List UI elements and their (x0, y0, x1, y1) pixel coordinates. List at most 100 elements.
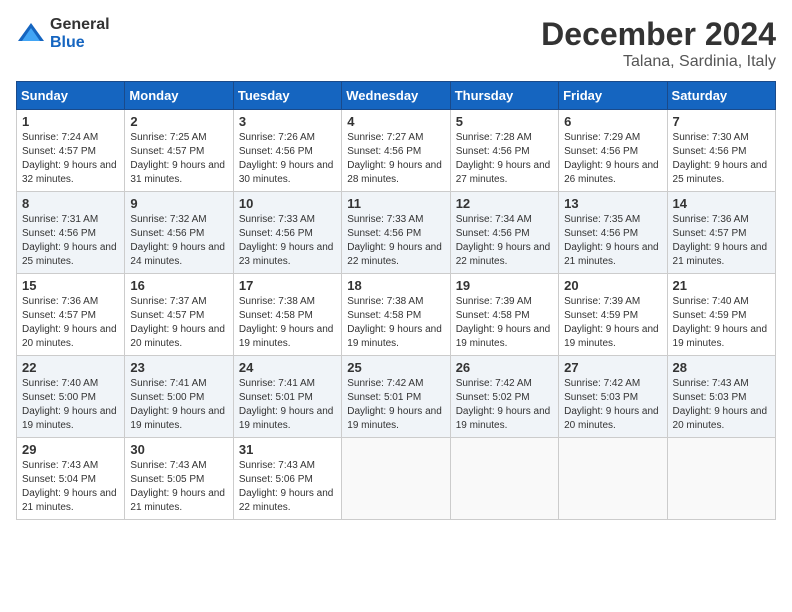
table-row (450, 438, 558, 520)
day-info: Sunrise: 7:29 AM Sunset: 4:56 PM Dayligh… (564, 131, 661, 187)
table-row: 7 Sunrise: 7:30 AM Sunset: 4:56 PM Dayli… (667, 110, 775, 192)
table-row: 3 Sunrise: 7:26 AM Sunset: 4:56 PM Dayli… (233, 110, 341, 192)
table-row: 26 Sunrise: 7:42 AM Sunset: 5:02 PM Dayl… (450, 356, 558, 438)
day-info: Sunrise: 7:40 AM Sunset: 4:59 PM Dayligh… (673, 295, 770, 351)
day-info: Sunrise: 7:39 AM Sunset: 4:58 PM Dayligh… (456, 295, 553, 351)
table-row: 4 Sunrise: 7:27 AM Sunset: 4:56 PM Dayli… (342, 110, 450, 192)
calendar-header-row: Sunday Monday Tuesday Wednesday Thursday… (17, 82, 776, 110)
table-row (667, 438, 775, 520)
day-info: Sunrise: 7:38 AM Sunset: 4:58 PM Dayligh… (239, 295, 336, 351)
day-number: 24 (239, 360, 336, 375)
col-thursday: Thursday (450, 82, 558, 110)
day-info: Sunrise: 7:38 AM Sunset: 4:58 PM Dayligh… (347, 295, 444, 351)
day-number: 23 (130, 360, 227, 375)
day-number: 13 (564, 196, 661, 211)
calendar: Sunday Monday Tuesday Wednesday Thursday… (16, 81, 776, 520)
day-number: 2 (130, 114, 227, 129)
day-info: Sunrise: 7:43 AM Sunset: 5:03 PM Dayligh… (673, 377, 770, 433)
day-number: 12 (456, 196, 553, 211)
day-info: Sunrise: 7:42 AM Sunset: 5:02 PM Dayligh… (456, 377, 553, 433)
location-title: Talana, Sardinia, Italy (541, 53, 776, 71)
title-area: December 2024 Talana, Sardinia, Italy (541, 16, 776, 71)
table-row: 14 Sunrise: 7:36 AM Sunset: 4:57 PM Dayl… (667, 192, 775, 274)
day-info: Sunrise: 7:27 AM Sunset: 4:56 PM Dayligh… (347, 131, 444, 187)
day-info: Sunrise: 7:36 AM Sunset: 4:57 PM Dayligh… (22, 295, 119, 351)
table-row: 24 Sunrise: 7:41 AM Sunset: 5:01 PM Dayl… (233, 356, 341, 438)
day-info: Sunrise: 7:41 AM Sunset: 5:01 PM Dayligh… (239, 377, 336, 433)
day-info: Sunrise: 7:43 AM Sunset: 5:04 PM Dayligh… (22, 459, 119, 515)
day-info: Sunrise: 7:25 AM Sunset: 4:57 PM Dayligh… (130, 131, 227, 187)
day-info: Sunrise: 7:39 AM Sunset: 4:59 PM Dayligh… (564, 295, 661, 351)
table-row: 10 Sunrise: 7:33 AM Sunset: 4:56 PM Dayl… (233, 192, 341, 274)
day-number: 28 (673, 360, 770, 375)
day-number: 9 (130, 196, 227, 211)
day-number: 21 (673, 278, 770, 293)
day-info: Sunrise: 7:26 AM Sunset: 4:56 PM Dayligh… (239, 131, 336, 187)
table-row: 13 Sunrise: 7:35 AM Sunset: 4:56 PM Dayl… (559, 192, 667, 274)
day-number: 4 (347, 114, 444, 129)
table-row: 5 Sunrise: 7:28 AM Sunset: 4:56 PM Dayli… (450, 110, 558, 192)
day-number: 29 (22, 442, 119, 457)
logo-icon (16, 19, 46, 49)
day-info: Sunrise: 7:41 AM Sunset: 5:00 PM Dayligh… (130, 377, 227, 433)
logo: General Blue (16, 16, 110, 52)
day-info: Sunrise: 7:33 AM Sunset: 4:56 PM Dayligh… (239, 213, 336, 269)
table-row: 15 Sunrise: 7:36 AM Sunset: 4:57 PM Dayl… (17, 274, 125, 356)
day-info: Sunrise: 7:32 AM Sunset: 4:56 PM Dayligh… (130, 213, 227, 269)
day-number: 16 (130, 278, 227, 293)
table-row: 1 Sunrise: 7:24 AM Sunset: 4:57 PM Dayli… (17, 110, 125, 192)
day-info: Sunrise: 7:43 AM Sunset: 5:05 PM Dayligh… (130, 459, 227, 515)
day-number: 14 (673, 196, 770, 211)
table-row: 11 Sunrise: 7:33 AM Sunset: 4:56 PM Dayl… (342, 192, 450, 274)
day-info: Sunrise: 7:42 AM Sunset: 5:03 PM Dayligh… (564, 377, 661, 433)
table-row: 20 Sunrise: 7:39 AM Sunset: 4:59 PM Dayl… (559, 274, 667, 356)
day-number: 10 (239, 196, 336, 211)
day-number: 25 (347, 360, 444, 375)
calendar-week-row: 29 Sunrise: 7:43 AM Sunset: 5:04 PM Dayl… (17, 438, 776, 520)
table-row: 17 Sunrise: 7:38 AM Sunset: 4:58 PM Dayl… (233, 274, 341, 356)
day-info: Sunrise: 7:28 AM Sunset: 4:56 PM Dayligh… (456, 131, 553, 187)
logo-general-text: General (50, 16, 110, 33)
day-number: 11 (347, 196, 444, 211)
day-number: 6 (564, 114, 661, 129)
table-row: 22 Sunrise: 7:40 AM Sunset: 5:00 PM Dayl… (17, 356, 125, 438)
day-info: Sunrise: 7:36 AM Sunset: 4:57 PM Dayligh… (673, 213, 770, 269)
day-number: 15 (22, 278, 119, 293)
day-number: 22 (22, 360, 119, 375)
day-number: 30 (130, 442, 227, 457)
day-info: Sunrise: 7:40 AM Sunset: 5:00 PM Dayligh… (22, 377, 119, 433)
day-info: Sunrise: 7:43 AM Sunset: 5:06 PM Dayligh… (239, 459, 336, 515)
table-row: 16 Sunrise: 7:37 AM Sunset: 4:57 PM Dayl… (125, 274, 233, 356)
col-tuesday: Tuesday (233, 82, 341, 110)
header: General Blue December 2024 Talana, Sardi… (16, 16, 776, 71)
day-info: Sunrise: 7:30 AM Sunset: 4:56 PM Dayligh… (673, 131, 770, 187)
col-sunday: Sunday (17, 82, 125, 110)
table-row: 18 Sunrise: 7:38 AM Sunset: 4:58 PM Dayl… (342, 274, 450, 356)
day-number: 27 (564, 360, 661, 375)
calendar-week-row: 15 Sunrise: 7:36 AM Sunset: 4:57 PM Dayl… (17, 274, 776, 356)
table-row: 31 Sunrise: 7:43 AM Sunset: 5:06 PM Dayl… (233, 438, 341, 520)
day-info: Sunrise: 7:24 AM Sunset: 4:57 PM Dayligh… (22, 131, 119, 187)
table-row (559, 438, 667, 520)
table-row: 28 Sunrise: 7:43 AM Sunset: 5:03 PM Dayl… (667, 356, 775, 438)
table-row: 8 Sunrise: 7:31 AM Sunset: 4:56 PM Dayli… (17, 192, 125, 274)
calendar-week-row: 1 Sunrise: 7:24 AM Sunset: 4:57 PM Dayli… (17, 110, 776, 192)
table-row: 12 Sunrise: 7:34 AM Sunset: 4:56 PM Dayl… (450, 192, 558, 274)
col-saturday: Saturday (667, 82, 775, 110)
day-number: 19 (456, 278, 553, 293)
day-info: Sunrise: 7:31 AM Sunset: 4:56 PM Dayligh… (22, 213, 119, 269)
col-friday: Friday (559, 82, 667, 110)
day-number: 20 (564, 278, 661, 293)
day-info: Sunrise: 7:34 AM Sunset: 4:56 PM Dayligh… (456, 213, 553, 269)
table-row: 30 Sunrise: 7:43 AM Sunset: 5:05 PM Dayl… (125, 438, 233, 520)
day-number: 5 (456, 114, 553, 129)
day-number: 8 (22, 196, 119, 211)
day-number: 26 (456, 360, 553, 375)
col-monday: Monday (125, 82, 233, 110)
table-row: 2 Sunrise: 7:25 AM Sunset: 4:57 PM Dayli… (125, 110, 233, 192)
table-row (342, 438, 450, 520)
logo-blue-text: Blue (50, 34, 85, 51)
table-row: 6 Sunrise: 7:29 AM Sunset: 4:56 PM Dayli… (559, 110, 667, 192)
table-row: 19 Sunrise: 7:39 AM Sunset: 4:58 PM Dayl… (450, 274, 558, 356)
table-row: 29 Sunrise: 7:43 AM Sunset: 5:04 PM Dayl… (17, 438, 125, 520)
